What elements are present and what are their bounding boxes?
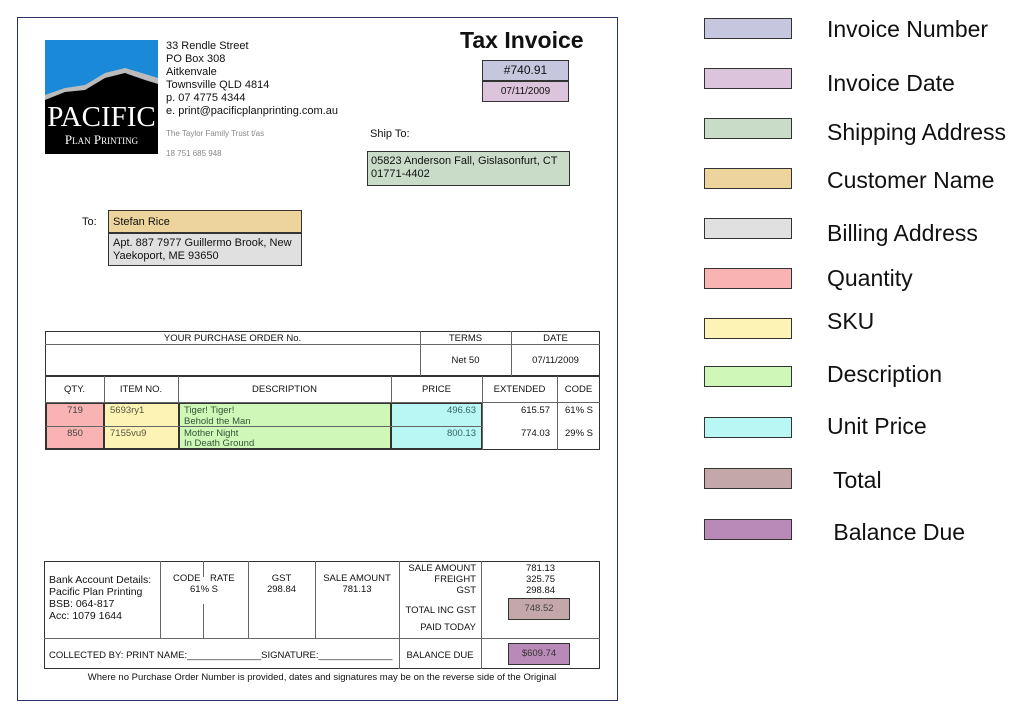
summary-values: 781.13 325.75 298.84: [481, 563, 600, 596]
terms-label: TERMS: [420, 333, 511, 344]
logo-subtext: Plan Printing: [45, 132, 158, 148]
legend-swatch: [704, 18, 792, 39]
to-label: To:: [82, 216, 97, 229]
phone: p. 07 4775 4344: [166, 92, 338, 105]
abn: 18 751 685 948: [166, 149, 222, 158]
header-item-no: ITEM NO.: [104, 384, 178, 395]
header-code: CODE: [557, 384, 600, 395]
sku-cell: 7155vu9: [110, 428, 146, 439]
legend-swatch: [704, 318, 792, 339]
legend-swatch: [704, 118, 792, 139]
legend-swatch: [704, 68, 792, 89]
bank-line: Bank Account Details:: [49, 574, 151, 586]
billing-address: Apt. 887 7977 Guillermo Brook, New Yaeko…: [108, 233, 302, 266]
sale-amount-label: SALE AMOUNT: [315, 573, 399, 584]
legend-swatch: [704, 218, 792, 239]
customer-name: Stefan Rice: [108, 210, 302, 233]
total-label: TOTAL INC GST: [399, 605, 476, 616]
address-line: Aitkenvale: [166, 66, 338, 79]
legend-swatch: [704, 168, 792, 189]
legend-label: Description: [827, 361, 942, 388]
code-rate-value: 61% S: [160, 584, 248, 595]
company-address: 33 Rendle Street PO Box 308 Aitkenvale T…: [166, 40, 338, 118]
legend-label: Invoice Number: [827, 16, 988, 43]
code-cell: 29% S: [557, 428, 593, 439]
company-logo: PACIFIC Plan Printing: [45, 40, 158, 154]
sale-amount-value: 781.13: [315, 584, 399, 595]
extended-cell: 774.03: [482, 428, 550, 439]
page-title: Tax Invoice: [460, 27, 584, 54]
balance-due-label: BALANCE DUE: [399, 650, 481, 661]
paid-today-label: PAID TODAY: [399, 622, 476, 633]
summary-value: 781.13: [481, 563, 600, 574]
legend-label: Quantity: [827, 265, 913, 292]
ship-to-label: Ship To:: [370, 128, 410, 141]
footer-note: Where no Purchase Order Number is provid…: [44, 672, 600, 683]
legend-swatch: [704, 468, 792, 489]
sku-cell: 5693ry1: [110, 405, 144, 416]
address-line: 33 Rendle Street: [166, 40, 338, 53]
legend-label: Balance Due: [827, 519, 965, 546]
terms-value: Net 50: [420, 355, 511, 366]
price-cell: 496.63: [391, 405, 476, 416]
summary-value: 325.75: [481, 574, 600, 585]
qty-cell: 850: [46, 428, 104, 439]
legend-label: Customer Name: [827, 167, 994, 194]
header-qty: QTY.: [45, 384, 104, 395]
address-line: Townsville QLD 4814: [166, 79, 338, 92]
legend-label: SKU: [827, 308, 874, 335]
description-line: In Death Ground: [184, 438, 254, 449]
header-extended: EXTENDED: [482, 384, 557, 395]
summary-label: SALE AMOUNT: [399, 563, 476, 574]
gst-label: GST: [248, 573, 315, 584]
collected-by: COLLECTED BY: PRINT NAME:______________S…: [49, 650, 392, 661]
legend-swatch: [704, 417, 792, 438]
legend-label: Total: [827, 467, 882, 494]
header-price: PRICE: [391, 384, 482, 395]
po-date: 07/11/2009: [511, 355, 600, 366]
trust-name: The Taylor Family Trust t/as: [166, 129, 264, 138]
extended-cell: 615.57: [482, 405, 550, 416]
legend-label: Unit Price: [827, 413, 927, 440]
summary-label: FREIGHT: [399, 574, 476, 585]
legend-label: Billing Address: [827, 220, 978, 247]
legend-label: Shipping Address: [827, 119, 1006, 146]
total-value: 748.52: [508, 598, 570, 620]
bank-details: Bank Account Details: Pacific Plan Print…: [49, 574, 151, 622]
invoice-date: 07/11/2009: [482, 81, 569, 102]
description-line: Tiger! Tiger!: [184, 405, 234, 416]
logo-text: PACIFIC: [45, 102, 158, 132]
rate-label: RATE: [210, 573, 235, 584]
shipping-line: 05823 Anderson Fall, Gislasonfurt, CT: [371, 155, 566, 168]
legend-swatch: [704, 519, 792, 540]
bank-line: Acc: 1079 1644: [49, 610, 151, 622]
code-label: CODE: [173, 573, 200, 584]
billing-line: Yaekoport, ME 93650: [113, 250, 297, 263]
code-cell: 61% S: [557, 405, 593, 416]
po-label: YOUR PURCHASE ORDER No.: [45, 333, 420, 344]
summary-label: GST: [399, 585, 476, 596]
bank-line: BSB: 064-817: [49, 598, 151, 610]
price-cell: 800.13: [391, 428, 476, 439]
balance-due-value: $609.74: [508, 643, 570, 665]
legend-swatch: [704, 268, 792, 289]
invoice-number: #740.91: [482, 60, 569, 81]
description-line: Behold the Man: [184, 416, 251, 427]
legend-swatch: [704, 366, 792, 387]
bank-line: Pacific Plan Printing: [49, 586, 151, 598]
legend-label: Invoice Date: [827, 70, 955, 97]
address-line: PO Box 308: [166, 53, 338, 66]
summary-labels: SALE AMOUNT FREIGHT GST: [399, 563, 476, 596]
qty-cell: 719: [46, 405, 104, 416]
shipping-line: 01771-4402: [371, 168, 566, 181]
shipping-address: 05823 Anderson Fall, Gislasonfurt, CT 01…: [367, 151, 570, 186]
gst-value: 298.84: [248, 584, 315, 595]
date-label: DATE: [511, 333, 600, 344]
email: e. print@pacificplanprinting.com.au: [166, 105, 338, 118]
header-description: DESCRIPTION: [178, 384, 391, 395]
summary-value: 298.84: [481, 585, 600, 596]
billing-line: Apt. 887 7977 Guillermo Brook, New: [113, 237, 297, 250]
